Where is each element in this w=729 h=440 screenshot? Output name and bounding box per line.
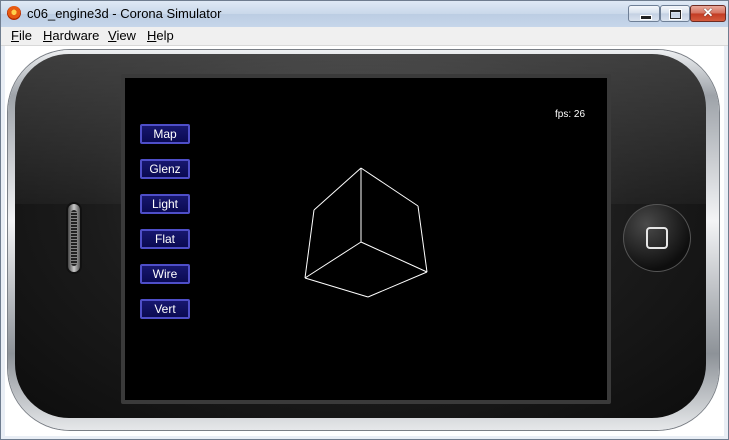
- menu-file[interactable]: File: [11, 28, 32, 43]
- home-button[interactable]: [623, 204, 691, 272]
- minimize-button[interactable]: [628, 5, 660, 22]
- cube-edge: [304, 209, 315, 279]
- home-button-icon: [646, 227, 668, 249]
- cube-edge: [417, 205, 428, 273]
- device-screen[interactable]: fps: 26 Map Glenz Light Flat Wire Vert: [125, 78, 607, 400]
- maximize-icon: [670, 10, 681, 19]
- glenz-button[interactable]: Glenz: [140, 159, 190, 179]
- cube-edge: [360, 167, 419, 207]
- wireframe-cube: [304, 167, 428, 298]
- wire-button[interactable]: Wire: [140, 264, 190, 284]
- simulator-window: c06_engine3d - Corona Simulator ✕ File H…: [0, 0, 729, 440]
- simulator-client-area: fps: 26 Map Glenz Light Flat Wire Vert: [5, 46, 724, 436]
- cube-edge: [360, 241, 428, 273]
- menu-hardware[interactable]: Hardware: [43, 28, 99, 43]
- title-bar[interactable]: c06_engine3d - Corona Simulator ✕: [1, 1, 728, 27]
- menu-help[interactable]: Help: [147, 28, 174, 43]
- corona-app-icon[interactable]: [7, 6, 21, 20]
- menu-view[interactable]: View: [108, 28, 136, 43]
- speaker-slot: [71, 210, 77, 266]
- menu-bar: File Hardware View Help: [1, 27, 728, 46]
- cube-edge: [304, 277, 369, 298]
- light-button[interactable]: Light: [140, 194, 190, 214]
- window-title: c06_engine3d - Corona Simulator: [27, 6, 222, 21]
- cube-edge: [313, 167, 362, 211]
- close-button[interactable]: ✕: [690, 5, 726, 22]
- maximize-button[interactable]: [660, 5, 690, 22]
- speaker-grille: [68, 204, 80, 272]
- flat-button[interactable]: Flat: [140, 229, 190, 249]
- cube-edge: [304, 241, 362, 279]
- fps-counter: fps: 26: [555, 109, 586, 120]
- map-button[interactable]: Map: [140, 124, 190, 144]
- vert-button[interactable]: Vert: [140, 299, 190, 319]
- minimize-icon: [640, 15, 652, 20]
- cube-edge: [367, 271, 428, 298]
- close-icon: ✕: [702, 5, 714, 20]
